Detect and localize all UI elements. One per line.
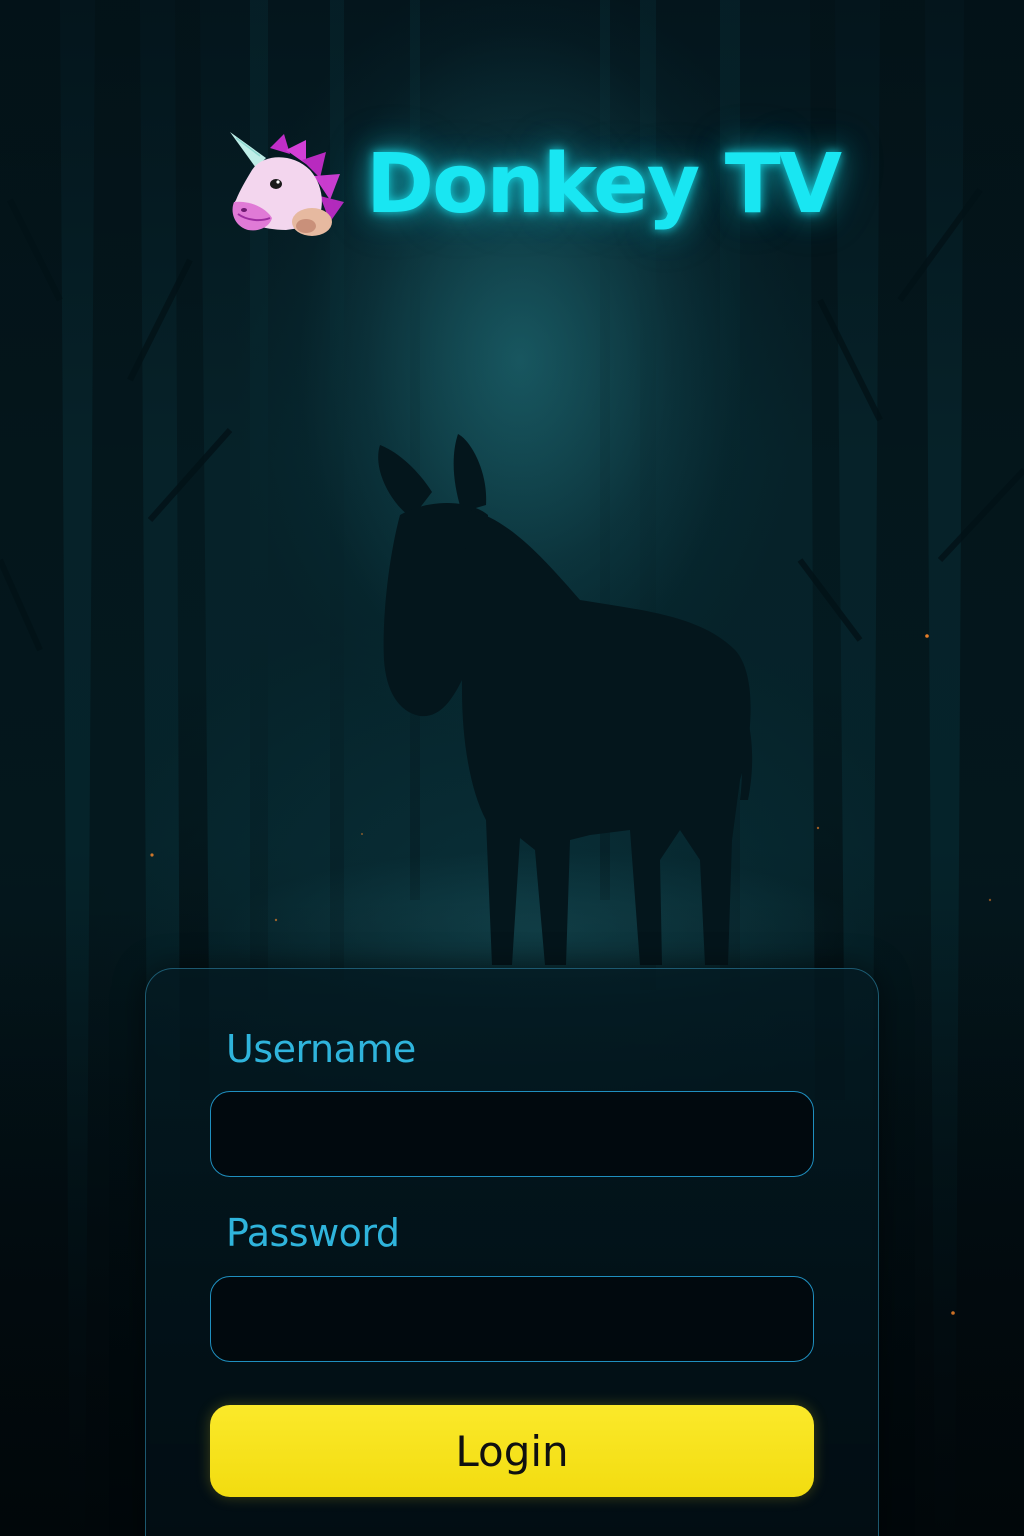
login-screen: Donkey TV Username Password Login bbox=[0, 0, 1024, 1536]
password-field[interactable] bbox=[210, 1276, 814, 1362]
app-title: Donkey TV bbox=[366, 137, 842, 232]
login-button[interactable]: Login bbox=[210, 1405, 814, 1497]
username-field[interactable] bbox=[210, 1091, 814, 1177]
username-label: Username bbox=[226, 1027, 416, 1071]
password-label: Password bbox=[226, 1211, 400, 1255]
app-header: Donkey TV bbox=[226, 130, 842, 240]
unicorn-icon bbox=[230, 132, 344, 236]
login-form: Username Password Login bbox=[145, 968, 879, 1536]
